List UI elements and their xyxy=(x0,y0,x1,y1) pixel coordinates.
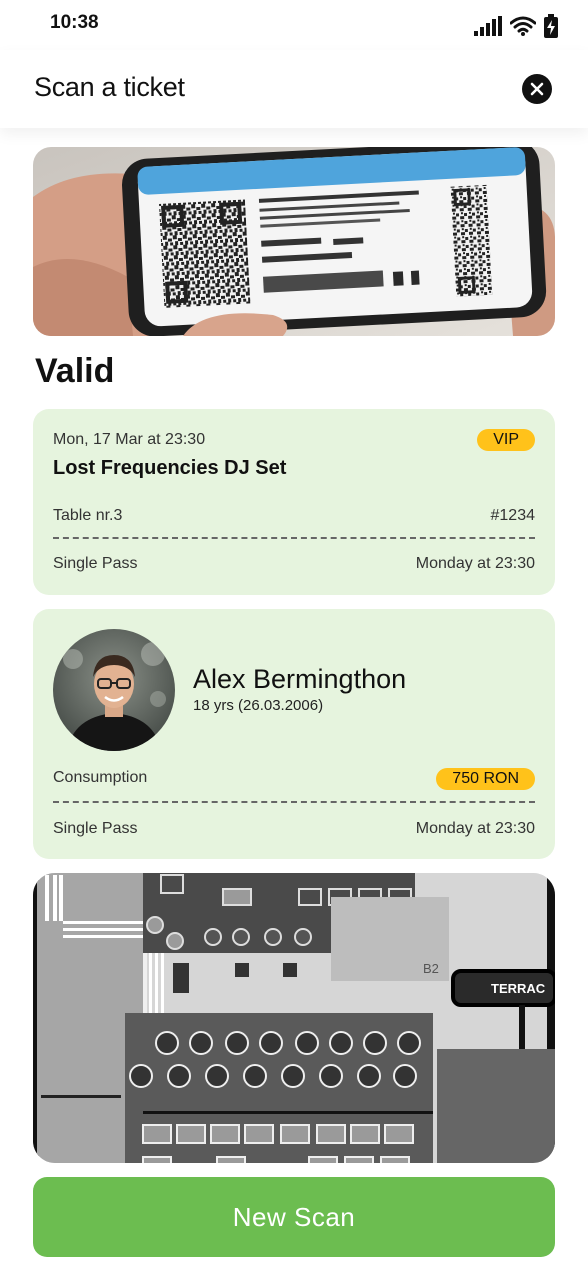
wifi-icon xyxy=(510,16,536,36)
divider xyxy=(53,537,535,539)
status-bar: 10:38 xyxy=(0,0,588,50)
status-icons xyxy=(474,14,558,38)
attendee-pass-row: Single Pass Monday at 23:30 xyxy=(53,820,535,838)
map-section-label: B2 xyxy=(423,961,439,976)
ticket-table-row: Table nr.3 #1234 xyxy=(53,507,535,525)
pass-time: Monday at 23:30 xyxy=(415,555,535,572)
divider xyxy=(53,801,535,803)
close-icon xyxy=(530,82,544,96)
venue-map[interactable]: B2 TERRAC xyxy=(33,873,555,1163)
attendee-card: Alex Bermingthon 18 yrs (26.03.2006) Con… xyxy=(33,609,555,859)
event-date: Mon, 17 Mar at 23:30 xyxy=(53,431,206,448)
battery-charging-icon xyxy=(544,14,558,38)
attendee-age: 18 yrs (26.03.2006) xyxy=(193,697,324,714)
scanned-ticket-photo xyxy=(33,147,555,336)
map-terrace-label: TERRAC xyxy=(491,981,546,996)
new-scan-button[interactable]: New Scan xyxy=(33,1177,555,1257)
header: Scan a ticket xyxy=(0,50,588,128)
pass-time: Monday at 23:30 xyxy=(415,820,535,837)
ticket-number: #1234 xyxy=(490,507,536,524)
table-label: Table nr.3 xyxy=(53,507,123,524)
ticket-type-badge: VIP xyxy=(477,429,535,451)
consumption-label: Consumption xyxy=(53,769,148,786)
avatar xyxy=(53,629,175,751)
ticket-pass-row: Single Pass Monday at 23:30 xyxy=(53,555,535,573)
pass-type: Single Pass xyxy=(53,820,138,837)
signal-icon xyxy=(474,16,502,36)
attendee-name: Alex Bermingthon xyxy=(193,664,407,694)
event-name: Lost Frequencies DJ Set xyxy=(53,457,287,479)
status-time: 10:38 xyxy=(50,12,99,33)
ticket-card: Mon, 17 Mar at 23:30 VIP Lost Frequencie… xyxy=(33,409,555,595)
consumption-amount-badge: 750 RON xyxy=(436,768,535,790)
pass-type: Single Pass xyxy=(53,555,138,572)
close-button[interactable] xyxy=(522,74,552,104)
page-title: Scan a ticket xyxy=(34,72,185,102)
validation-status: Valid xyxy=(35,352,115,390)
